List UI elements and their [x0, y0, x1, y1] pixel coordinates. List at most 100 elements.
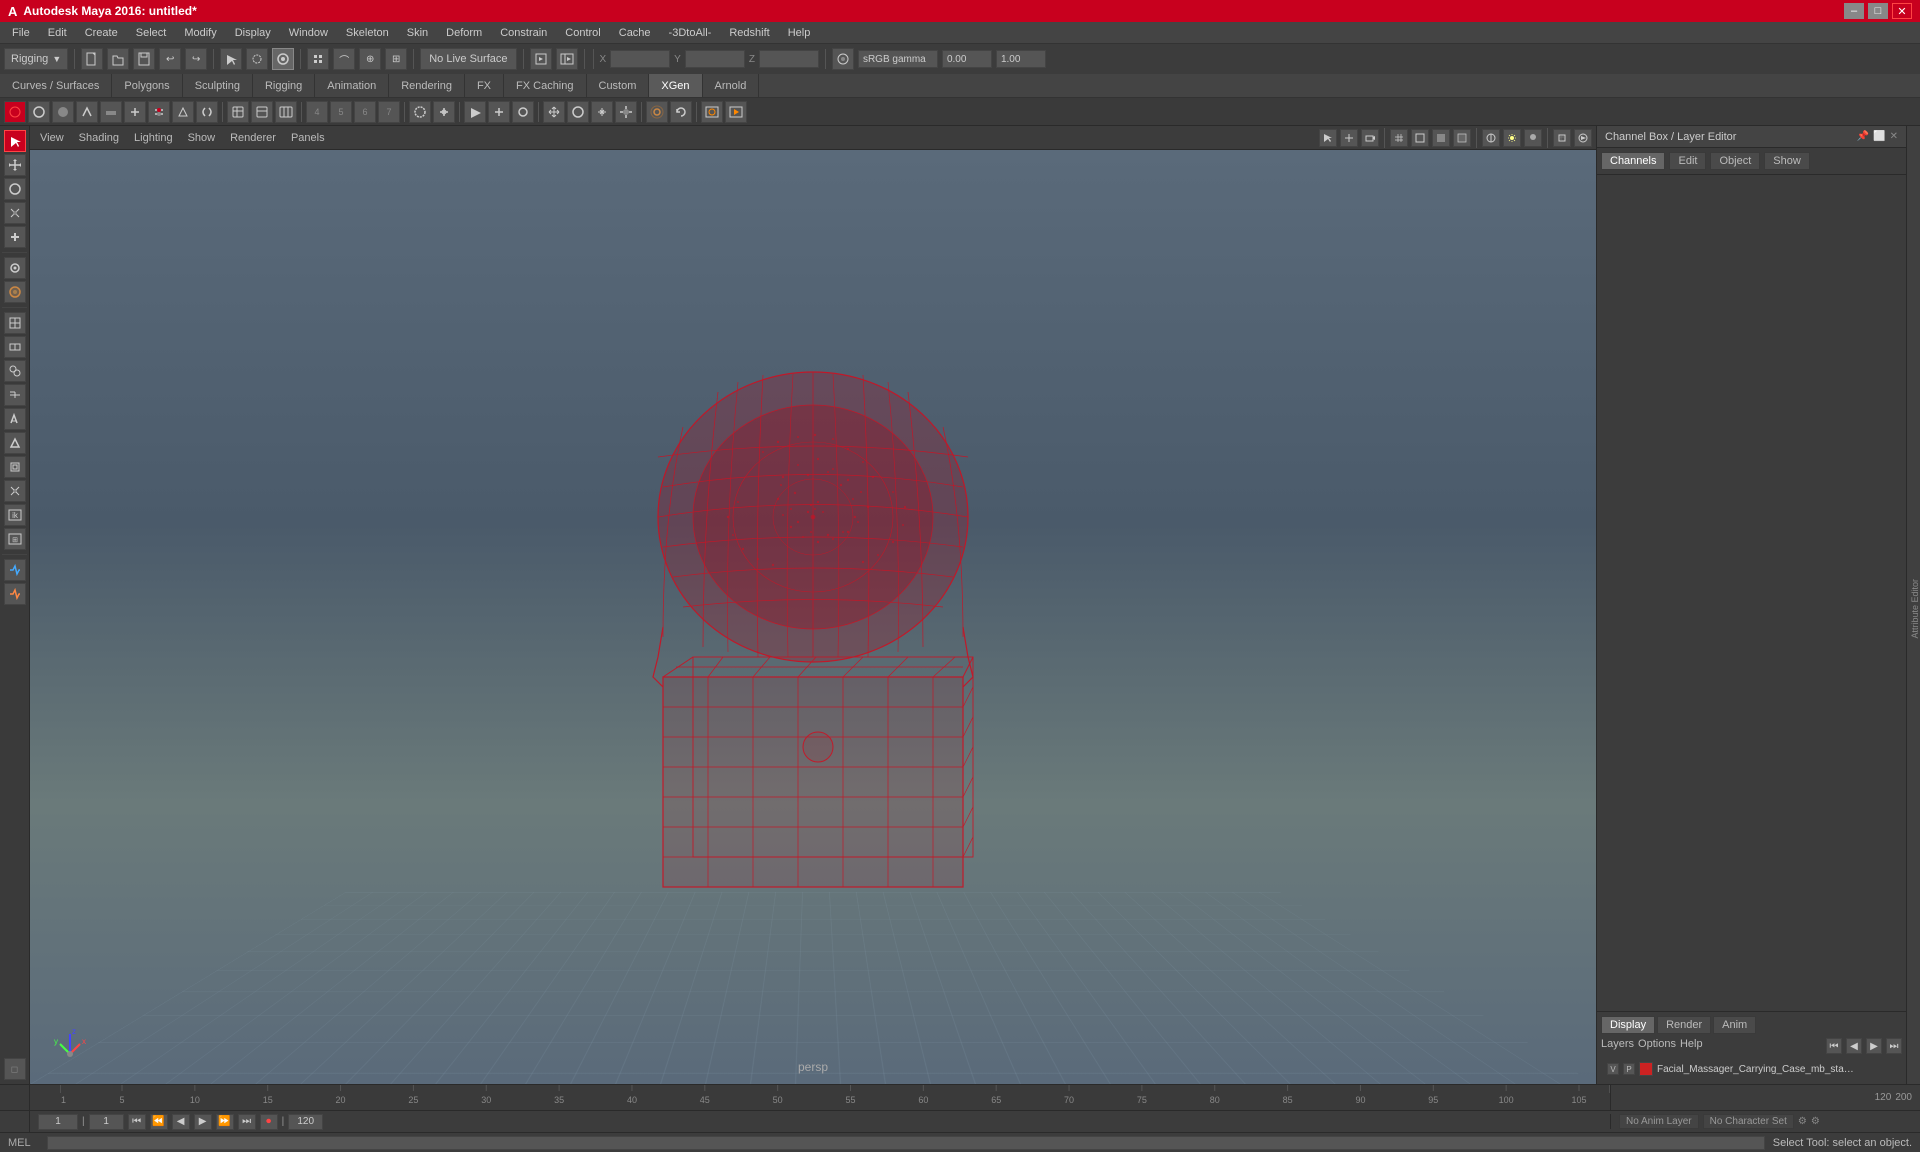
layer-tab-display[interactable]: Display — [1601, 1016, 1655, 1034]
tb-ref-grid[interactable] — [488, 101, 510, 123]
tool7-btn[interactable] — [4, 456, 26, 478]
tool8-btn[interactable] — [4, 480, 26, 502]
tb-paint-select[interactable] — [272, 48, 294, 70]
tool5-btn[interactable] — [4, 408, 26, 430]
tab-fx-caching[interactable]: FX Caching — [504, 74, 586, 97]
tb-snap-point[interactable]: ⊕ — [359, 48, 381, 70]
char-set-settings-icon[interactable]: ⚙ — [1811, 1116, 1820, 1127]
tb-save-scene[interactable] — [133, 48, 155, 70]
vp-menu-show[interactable]: Show — [182, 131, 222, 145]
tool2-btn[interactable] — [4, 336, 26, 358]
tb-select-tool[interactable] — [220, 48, 242, 70]
transport-go-start[interactable]: ⏮ — [128, 1114, 146, 1130]
gamma-val1[interactable]: 0.00 — [942, 50, 992, 68]
range-start-input[interactable] — [89, 1114, 124, 1130]
tab-curves-surfaces[interactable]: Curves / Surfaces — [0, 74, 112, 97]
move-tool-btn[interactable] — [4, 154, 26, 176]
layer-vis-p[interactable]: P — [1623, 1063, 1635, 1075]
rotate-tool-btn[interactable] — [4, 178, 26, 200]
tb-move-tool[interactable] — [543, 101, 565, 123]
tb-snap-grid[interactable] — [307, 48, 329, 70]
layer-vis-v[interactable]: V — [1607, 1063, 1619, 1075]
tab-rendering[interactable]: Rendering — [389, 74, 465, 97]
tb-render[interactable] — [530, 48, 552, 70]
tb-xray-joint[interactable] — [433, 101, 455, 123]
x-input[interactable] — [610, 50, 670, 68]
tab-animation[interactable]: Animation — [315, 74, 389, 97]
tool4-btn[interactable] — [4, 384, 26, 406]
tb-ipr[interactable] — [725, 101, 747, 123]
tb-history[interactable] — [670, 101, 692, 123]
transport-fwd[interactable]: ⏩ — [216, 1114, 234, 1130]
menu-display[interactable]: Display — [227, 25, 279, 41]
tab-polygons[interactable]: Polygons — [112, 74, 182, 97]
vp-tb-wireframe[interactable] — [1411, 129, 1429, 147]
tb-lights[interactable]: 7 — [378, 101, 400, 123]
menu-redshift[interactable]: Redshift — [721, 25, 777, 41]
tool11-btn[interactable] — [4, 559, 26, 581]
layer-opt-options[interactable]: Options — [1638, 1038, 1676, 1054]
quick-sel-btn[interactable]: ◻ — [4, 1058, 26, 1080]
tb-small-icon6[interactable] — [124, 101, 146, 123]
tb-open-scene[interactable] — [107, 48, 129, 70]
tb-small-icon7[interactable] — [148, 101, 170, 123]
vp-tb-isolate[interactable] — [1482, 129, 1500, 147]
tab-fx[interactable]: FX — [465, 74, 504, 97]
vp-tb-move[interactable] — [1340, 129, 1358, 147]
tb-snap-curve[interactable]: ⌒ — [333, 48, 355, 70]
tb-undo[interactable]: ↩ — [159, 48, 181, 70]
viewport-canvas[interactable]: persp x y z — [30, 150, 1596, 1084]
menu-help[interactable]: Help — [780, 25, 819, 41]
tb-scale-tool[interactable] — [591, 101, 613, 123]
layer-nav-btn1[interactable]: ⏮ — [1826, 1038, 1842, 1054]
tool1-btn[interactable] — [4, 312, 26, 334]
z-input[interactable] — [759, 50, 819, 68]
tb-xray[interactable] — [409, 101, 431, 123]
tab-custom[interactable]: Custom — [587, 74, 650, 97]
range-end-input[interactable] — [288, 1114, 323, 1130]
minimize-button[interactable]: – — [1844, 3, 1864, 19]
tb-snap-view[interactable]: ⊞ — [385, 48, 407, 70]
transport-go-end[interactable]: ⏭ — [238, 1114, 256, 1130]
menu-cache[interactable]: Cache — [611, 25, 659, 41]
y-input[interactable] — [685, 50, 745, 68]
menu-skin[interactable]: Skin — [399, 25, 436, 41]
vp-menu-renderer[interactable]: Renderer — [224, 131, 282, 145]
layer-nav-btn3[interactable]: ▶ — [1866, 1038, 1882, 1054]
ch-tab-show[interactable]: Show — [1764, 152, 1810, 170]
layer-tab-anim[interactable]: Anim — [1713, 1016, 1756, 1034]
no-character-set-label[interactable]: No Character Set — [1703, 1114, 1794, 1129]
ch-tab-channels[interactable]: Channels — [1601, 152, 1665, 170]
tool3-btn[interactable] — [4, 360, 26, 382]
menu-select[interactable]: Select — [128, 25, 175, 41]
tb-small-icon9[interactable] — [196, 101, 218, 123]
vp-tb-camera[interactable] — [1361, 129, 1379, 147]
tb-wire[interactable]: 4 — [306, 101, 328, 123]
soft-sel-btn[interactable] — [4, 281, 26, 303]
layer-nav-btn4[interactable]: ⏭ — [1886, 1038, 1902, 1054]
no-anim-layer-label[interactable]: No Anim Layer — [1619, 1114, 1699, 1129]
vp-tb-shaded[interactable] — [1432, 129, 1450, 147]
vp-menu-shading[interactable]: Shading — [73, 131, 125, 145]
tab-rigging[interactable]: Rigging — [253, 74, 315, 97]
tb-color-settings[interactable] — [832, 48, 854, 70]
ch-tab-object[interactable]: Object — [1710, 152, 1760, 170]
tb-small-icon1[interactable] — [4, 101, 26, 123]
maximize-button[interactable]: □ — [1868, 3, 1888, 19]
tb-snap-live[interactable] — [464, 101, 486, 123]
tool10-btn[interactable]: ⊞ — [4, 528, 26, 550]
tb-small-icon4[interactable] — [76, 101, 98, 123]
tb-render-view[interactable] — [701, 101, 723, 123]
tool6-btn[interactable] — [4, 432, 26, 454]
tb-render-seq[interactable] — [556, 48, 578, 70]
transport-play-fwd[interactable]: ▶ — [194, 1114, 212, 1130]
tab-sculpting[interactable]: Sculpting — [183, 74, 253, 97]
tb-new-scene[interactable] — [81, 48, 103, 70]
tb-lasso[interactable] — [246, 48, 268, 70]
vp-tb-select[interactable] — [1319, 129, 1337, 147]
menu-create[interactable]: Create — [77, 25, 126, 41]
tb-iso[interactable] — [512, 101, 534, 123]
vp-tb-grid[interactable] — [1390, 129, 1408, 147]
tb-icon-a[interactable] — [227, 101, 249, 123]
vp-menu-lighting[interactable]: Lighting — [128, 131, 179, 145]
